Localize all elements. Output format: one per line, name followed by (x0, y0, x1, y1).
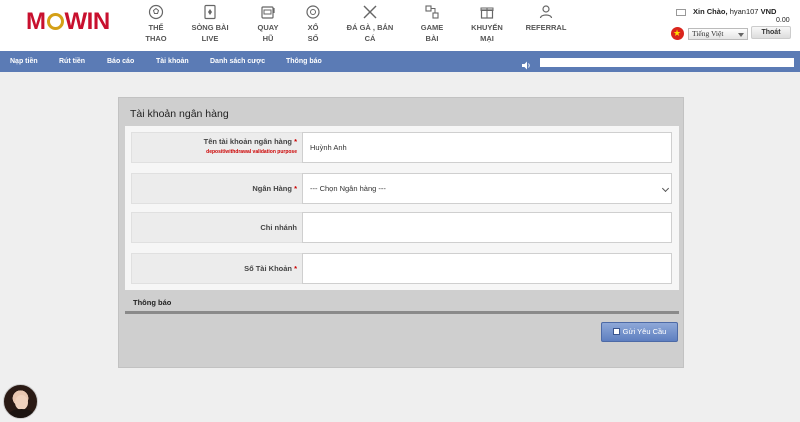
subnav-notifications[interactable]: Thông báo (286, 51, 322, 72)
game-icon (424, 4, 440, 20)
account-name-row: Tên tài khoản ngân hàng * deposit/withdr… (131, 132, 672, 163)
subnav-deposit[interactable]: Nạp tiền (10, 51, 38, 72)
branch-input[interactable] (302, 212, 672, 243)
branch-row: Chi nhánh (131, 212, 672, 243)
submit-request-button[interactable]: Gửi Yêu Cầu (601, 322, 678, 342)
account-number-label: Số Tài Khoản * (244, 264, 297, 273)
bank-label: Ngân Hàng * (252, 184, 297, 193)
logout-button[interactable]: Thoát (751, 26, 791, 39)
account-name-label: Tên tài khoản ngân hàng * (203, 137, 297, 146)
nav-lottery[interactable]: XỔ SỐ (283, 4, 343, 44)
top-header: M WIN THỂ THAO SÒNG BÀI LIVE QUAY HŨ XỔ SỐ ĐÁ… (0, 0, 800, 51)
subnav-bet-list[interactable]: Danh sách cược (210, 51, 265, 72)
username: hyan107 (729, 7, 759, 16)
nav-sports[interactable]: THỂ THAO (126, 4, 186, 44)
crossed-swords-icon (362, 4, 378, 20)
save-icon (612, 328, 620, 335)
soccer-ball-icon (148, 4, 164, 20)
card-icon (202, 4, 218, 20)
language-select[interactable]: Tiếng Việt (688, 28, 748, 40)
logo[interactable]: M WIN (26, 8, 110, 36)
account-number-row: Số Tài Khoản * (131, 253, 672, 284)
mail-icon[interactable] (676, 9, 686, 16)
subnav-withdraw[interactable]: Rút tiền (59, 51, 85, 72)
slot-machine-icon (260, 4, 276, 20)
currency: VND (760, 7, 777, 16)
chevron-down-icon (738, 33, 744, 37)
chevron-down-icon (661, 184, 670, 193)
logo-ring-icon (46, 13, 64, 30)
speaker-icon (522, 57, 532, 70)
lottery-icon (305, 4, 321, 20)
nav-card-games[interactable]: GAME BÀI (402, 4, 462, 44)
notice-label: Thông báo (133, 298, 172, 307)
bank-select[interactable]: --- Chọn Ngân hàng --- (302, 173, 672, 204)
bank-row: Ngân Hàng * --- Chọn Ngân hàng --- (131, 173, 672, 204)
balance: 0.00 (776, 17, 790, 24)
bank-account-form: Tên tài khoản ngân hàng * deposit/withdr… (125, 126, 679, 290)
announcement-marquee (540, 58, 794, 67)
account-name-hint: deposit/withdrawal validation purpose (206, 149, 297, 155)
nav-cockfight-fishing[interactable]: ĐÁ GÀ , BẮN CÁ (340, 4, 400, 44)
branch-label: Chi nhánh (260, 223, 297, 232)
users-icon (538, 4, 554, 20)
gift-icon (479, 4, 495, 20)
nav-referral[interactable]: REFERRAL (516, 4, 576, 33)
bank-account-panel: Tài khoản ngân hàng Tên tài khoản ngân h… (118, 97, 684, 368)
nav-promotions[interactable]: KHUYẾN MẠI (457, 4, 517, 44)
subnav-report[interactable]: Báo cáo (107, 51, 134, 72)
user-greeting: Xin Chào, hyan107 VND (693, 7, 777, 16)
account-number-input[interactable] (302, 253, 672, 284)
notice-divider (125, 311, 679, 314)
support-chat-avatar[interactable] (3, 384, 38, 419)
vietnam-flag-icon (671, 27, 684, 40)
account-name-input[interactable]: Huỳnh Anh (302, 132, 672, 163)
nav-live-casino[interactable]: SÒNG BÀI LIVE (180, 4, 240, 44)
subnav-account[interactable]: Tài khoản (156, 51, 189, 72)
panel-title: Tài khoản ngân hàng (130, 108, 229, 120)
